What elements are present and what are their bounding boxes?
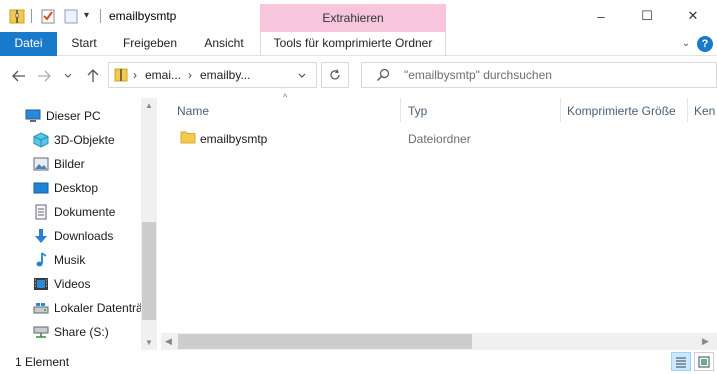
local-drive-icon [33,300,49,316]
column-separator[interactable] [687,98,688,122]
up-button[interactable] [82,65,104,87]
navigation-pane: Dieser PC 3D-Objekte Bilder Desktop Doku… [0,98,157,350]
qat-separator [31,9,32,23]
qat-separator [100,9,101,23]
context-group-label: Extrahieren [322,11,384,25]
scroll-up-icon[interactable]: ▲ [145,101,153,110]
tab-ansicht[interactable]: Ansicht [196,32,252,56]
column-header-name[interactable]: Name [177,104,209,128]
nav-label: Musik [54,253,86,267]
nav-label: 3D-Objekte [54,133,115,147]
column-header-type[interactable]: Typ [408,104,427,128]
sort-up-icon: ^ [283,92,288,102]
column-header-ken[interactable]: Ken [694,104,715,128]
nav-item-bilder[interactable]: Bilder [0,152,141,176]
breadcrumb-item[interactable]: emailby... [200,68,250,82]
breadcrumb-item[interactable]: emai... [145,68,181,82]
qat-customize-icon[interactable]: ▾ [84,8,100,24]
nav-label: Dokumente [54,205,116,219]
nav-label: Videos [54,277,91,291]
navigation-bar: › emai... › emailby... "emailbysmtp" dur… [0,57,717,93]
minimize-button[interactable]: – [578,0,624,32]
desktop-icon [33,180,49,196]
nav-label: Bilder [54,157,85,171]
chevron-right-icon: › [133,68,137,82]
pictures-icon [33,156,49,172]
large-icons-view-icon [698,356,710,367]
scroll-right-icon[interactable]: ▶ [702,336,709,347]
nav-item-videos[interactable]: Videos [0,272,141,296]
column-separator[interactable] [560,98,561,122]
close-button[interactable]: ✕ [670,0,716,32]
ribbon-expand-icon[interactable]: ⌄ [679,37,693,51]
details-view-icon [676,357,686,367]
back-button[interactable] [8,65,30,87]
status-bar [0,350,717,374]
chevron-right-icon: › [188,68,192,82]
nav-label: Lokaler Datenträ [54,301,142,315]
tab-freigeben[interactable]: Freigeben [117,32,183,56]
search-box[interactable]: "emailbysmtp" durchsuchen [361,62,717,88]
search-icon [376,68,390,82]
horizontal-scrollbar-thumb[interactable] [178,334,472,349]
zip-folder-icon [9,8,25,24]
nav-item-lokaler-datentraeger[interactable]: Lokaler Datenträ [0,296,142,320]
nav-label: Downloads [54,229,114,243]
recent-locations-icon[interactable] [61,65,75,87]
tab-start[interactable]: Start [62,32,106,56]
large-icons-view-button[interactable] [694,352,714,371]
nav-label: Dieser PC [46,109,101,123]
item-count: 1 Element [15,355,70,369]
scroll-down-icon[interactable]: ▼ [145,338,153,347]
address-zip-icon [114,68,128,82]
new-folder-icon[interactable] [63,8,79,24]
properties-check-icon[interactable] [40,8,56,24]
column-separator[interactable] [400,98,401,122]
nav-item-desktop[interactable]: Desktop [0,176,141,200]
documents-icon [33,204,49,220]
video-film-icon [33,276,49,292]
maximize-button[interactable]: ☐ [624,0,670,32]
details-view-button[interactable] [671,352,691,371]
nav-item-dieser-pc[interactable]: Dieser PC [0,104,141,128]
music-note-icon [33,252,49,268]
3d-objects-icon [33,132,49,148]
refresh-icon [330,69,340,80]
folder-icon [180,130,196,144]
nav-item-dokumente[interactable]: Dokumente [0,200,141,224]
file-type: Dateiordner [408,132,471,146]
nav-label: Share (S:) [54,325,109,339]
nav-scrollbar-thumb[interactable] [142,222,156,320]
pc-icon [25,108,41,124]
refresh-button[interactable] [321,62,349,88]
tab-compressed-tools[interactable]: Tools für komprimierte Ordner [260,32,446,56]
network-drive-icon [33,324,49,340]
nav-label: Desktop [54,181,99,195]
forward-button[interactable] [33,65,55,87]
tab-datei[interactable]: Datei [0,32,57,56]
download-arrow-icon [33,228,49,244]
ribbon-tabs: Datei Start Freigeben Ansicht Tools für … [0,32,717,56]
help-icon[interactable]: ? [697,36,713,52]
nav-item-musik[interactable]: Musik [0,248,141,272]
column-header-compressed-size[interactable]: Komprimierte Größe [567,104,676,128]
scroll-left-icon[interactable]: ◀ [165,336,172,347]
nav-item-share[interactable]: Share (S:) [0,320,141,344]
context-tab-group: Extrahieren [260,4,446,32]
file-name[interactable]: emailbysmtp [200,132,267,146]
search-input[interactable]: "emailbysmtp" durchsuchen [404,68,552,82]
window-title: emailbysmtp [109,9,177,23]
address-dropdown-icon[interactable] [297,70,307,80]
nav-item-3d-objekte[interactable]: 3D-Objekte [0,128,141,152]
nav-item-downloads[interactable]: Downloads [0,224,141,248]
